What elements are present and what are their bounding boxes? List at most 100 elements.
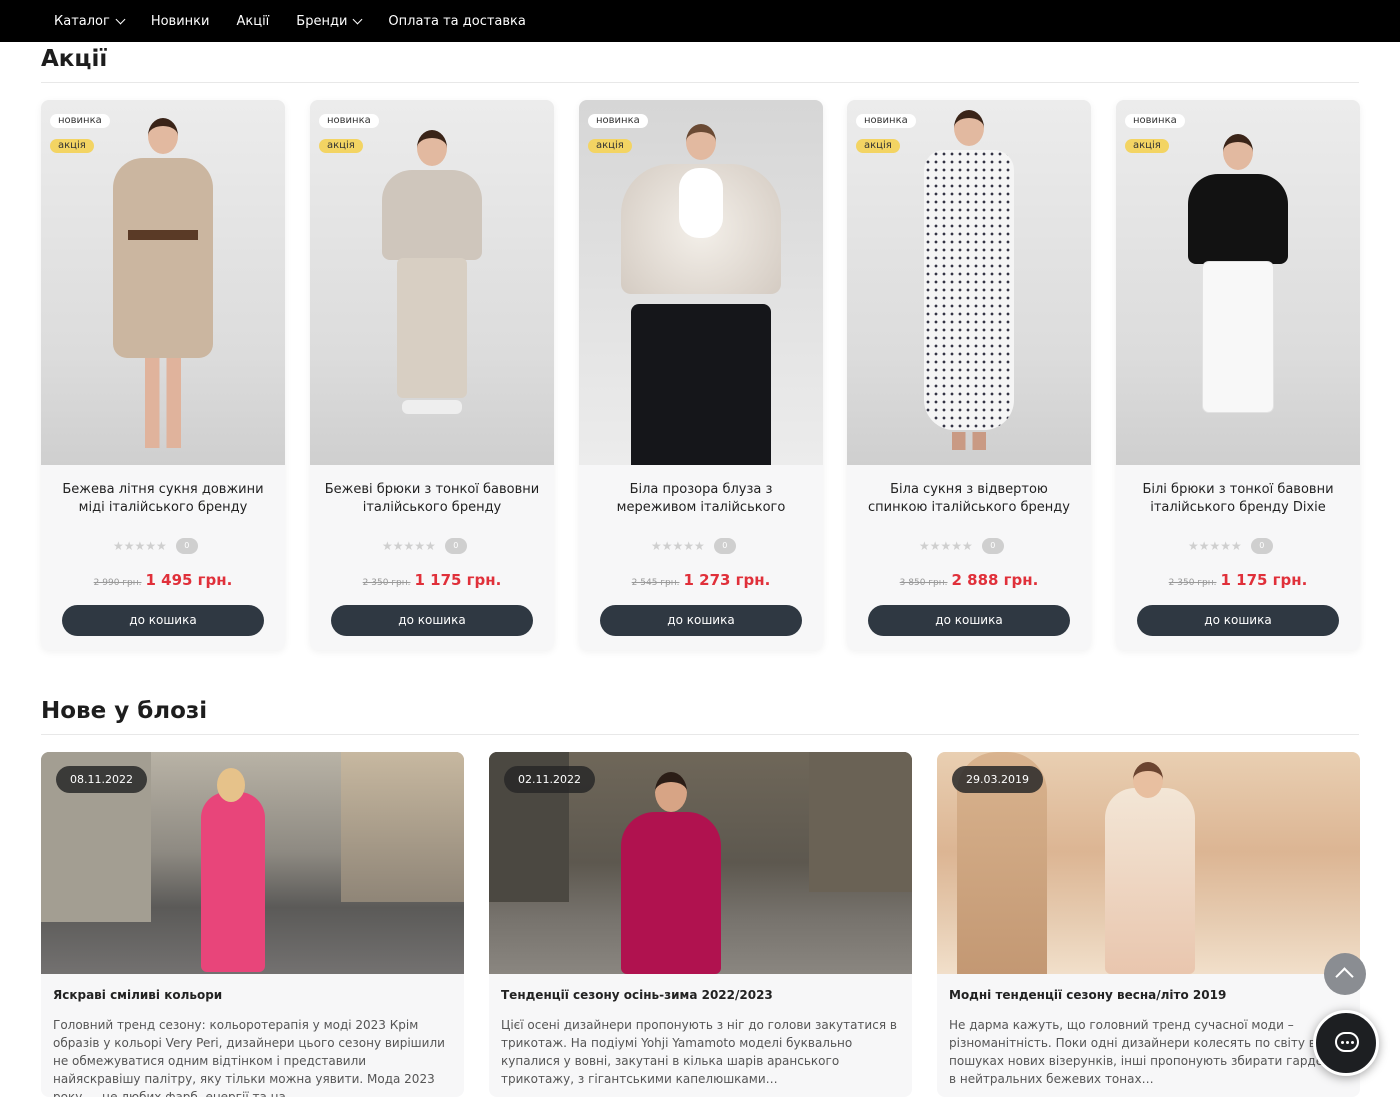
price-block: 2 350 грн. 1 175 грн. bbox=[310, 570, 554, 589]
old-price: 2 350 грн. bbox=[1168, 578, 1217, 588]
sale-price: 2 888 грн. bbox=[951, 571, 1039, 589]
review-count-bubble[interactable]: 0 bbox=[713, 538, 736, 554]
price-block: 3 850 грн. 2 888 грн. bbox=[847, 570, 1091, 589]
promo-section-title: Акції bbox=[41, 46, 108, 72]
rating-stars: ★★★★★ bbox=[113, 539, 167, 553]
product-card[interactable]: новинка акція Бежеві брюки з тонкої баво… bbox=[310, 100, 554, 650]
rating-stars: ★★★★★ bbox=[651, 539, 705, 553]
add-to-cart-button[interactable]: до кошика bbox=[62, 605, 264, 636]
nav-item-new[interactable]: Новинки bbox=[151, 14, 210, 29]
new-badge: новинка bbox=[50, 114, 110, 128]
nav-item-label: Оплата та доставка bbox=[388, 13, 526, 29]
review-count-bubble[interactable]: 0 bbox=[1250, 538, 1273, 554]
sale-price: 1 175 грн. bbox=[1220, 571, 1308, 589]
nav-item-label: Новинки bbox=[150, 13, 210, 29]
post-title[interactable]: Яскраві сміливі кольори bbox=[53, 988, 222, 1002]
nav-item-label: Каталог bbox=[54, 13, 110, 29]
scroll-to-top-button[interactable] bbox=[1324, 953, 1366, 995]
nav-item-label: Бренди bbox=[296, 13, 348, 29]
product-photo[interactable]: новинка акція bbox=[310, 100, 554, 465]
rating-stars: ★★★★★ bbox=[382, 539, 436, 553]
post-date: 02.11.2022 bbox=[504, 766, 595, 793]
blog-post-image[interactable]: 02.11.2022 bbox=[489, 752, 912, 974]
review-count-bubble[interactable]: 0 bbox=[444, 538, 467, 554]
post-date: 08.11.2022 bbox=[56, 766, 147, 793]
sale-price: 1 273 грн. bbox=[683, 571, 771, 589]
rating-stars: ★★★★★ bbox=[1188, 539, 1242, 553]
blog-post-card[interactable]: 08.11.2022 Яскраві сміливі кольори Голов… bbox=[41, 752, 464, 1097]
rating: ★★★★★ 0 bbox=[382, 538, 467, 554]
sale-badge: акція bbox=[319, 139, 363, 153]
new-badge: новинка bbox=[1125, 114, 1185, 128]
blog-post-image[interactable]: 08.11.2022 bbox=[41, 752, 464, 974]
product-card[interactable]: новинка акція Бежева літня сукня довжини… bbox=[41, 100, 285, 650]
model-figure bbox=[611, 124, 791, 465]
product-title[interactable]: Біла прозора блуза з мереживом італійськ… bbox=[593, 481, 809, 517]
model-figure bbox=[103, 118, 223, 458]
sale-badge: акція bbox=[50, 139, 94, 153]
blog-post-grid: 08.11.2022 Яскраві сміливі кольори Голов… bbox=[41, 752, 1360, 1097]
post-title[interactable]: Модні тенденції сезону весна/літо 2019 bbox=[949, 988, 1226, 1002]
new-badge: новинка bbox=[856, 114, 916, 128]
nav-item-payment-delivery[interactable]: Оплата та доставка bbox=[388, 14, 525, 29]
post-excerpt: Цієї осені дизайнери пропонують з ніг до… bbox=[501, 1018, 897, 1086]
blog-section-title: Нове у блозі bbox=[41, 698, 208, 724]
rating: ★★★★★ 0 bbox=[1188, 538, 1273, 554]
post-excerpt: Не дарма кажуть, що головний тренд сучас… bbox=[949, 1018, 1346, 1086]
top-navigation-bar: Каталог Новинки Акції Бренди Оплата та д… bbox=[0, 0, 1400, 42]
price-block: 2 350 грн. 1 175 грн. bbox=[1116, 570, 1360, 589]
review-count-bubble[interactable]: 0 bbox=[981, 538, 1004, 554]
product-photo[interactable]: новинка акція bbox=[847, 100, 1091, 465]
old-price: 2 545 грн. bbox=[631, 578, 680, 588]
price-block: 2 545 грн. 1 273 грн. bbox=[579, 570, 823, 589]
post-excerpt: Головний тренд сезону: кольоротерапія у … bbox=[53, 1018, 445, 1097]
divider bbox=[41, 734, 1359, 735]
product-card[interactable]: новинка акція Біла прозора блуза з мереж… bbox=[579, 100, 823, 650]
product-card[interactable]: новинка акція Біла сукня з відвертою спи… bbox=[847, 100, 1091, 650]
sale-price: 1 495 грн. bbox=[145, 571, 233, 589]
add-to-cart-button[interactable]: до кошика bbox=[1137, 605, 1339, 636]
new-badge: новинка bbox=[319, 114, 379, 128]
add-to-cart-button[interactable]: до кошика bbox=[868, 605, 1070, 636]
nav-item-sales[interactable]: Акції bbox=[236, 14, 269, 29]
nav-item-brands[interactable]: Бренди bbox=[296, 13, 363, 29]
model-figure bbox=[1183, 134, 1293, 454]
rating: ★★★★★ 0 bbox=[919, 538, 1004, 554]
chat-icon bbox=[1335, 1032, 1359, 1052]
product-photo[interactable]: новинка акція bbox=[579, 100, 823, 465]
product-title[interactable]: Біла сукня з відвертою спинкою італійськ… bbox=[861, 481, 1077, 517]
product-title[interactable]: Бежеві брюки з тонкої бавовни італійсько… bbox=[324, 481, 540, 517]
chat-button[interactable] bbox=[1313, 1010, 1379, 1076]
post-date: 29.03.2019 bbox=[952, 766, 1043, 793]
sale-badge: акція bbox=[588, 139, 632, 153]
nav-item-label: Акції bbox=[236, 13, 270, 29]
chevron-up-icon bbox=[1335, 967, 1354, 986]
old-price: 2 990 грн. bbox=[93, 578, 142, 588]
model-figure bbox=[914, 110, 1024, 460]
price-block: 2 990 грн. 1 495 грн. bbox=[41, 570, 285, 589]
blog-post-card[interactable]: 29.03.2019 Модні тенденції сезону весна/… bbox=[937, 752, 1360, 1097]
model-figure bbox=[377, 130, 487, 460]
product-photo[interactable]: новинка акція bbox=[1116, 100, 1360, 465]
add-to-cart-button[interactable]: до кошика bbox=[331, 605, 533, 636]
review-count-bubble[interactable]: 0 bbox=[175, 538, 198, 554]
rating-stars: ★★★★★ bbox=[919, 539, 973, 553]
chevron-down-icon bbox=[352, 14, 363, 24]
blog-post-card[interactable]: 02.11.2022 Тенденції сезону осінь-зима 2… bbox=[489, 752, 912, 1097]
nav-item-catalog[interactable]: Каталог bbox=[54, 13, 126, 29]
sale-price: 1 175 грн. bbox=[414, 571, 502, 589]
sale-badge: акція bbox=[856, 139, 900, 153]
product-card[interactable]: новинка акція Білі брюки з тонкої бавовн… bbox=[1116, 100, 1360, 650]
post-title[interactable]: Тенденції сезону осінь-зима 2022/2023 bbox=[501, 988, 773, 1002]
blog-post-image[interactable]: 29.03.2019 bbox=[937, 752, 1360, 974]
rating: ★★★★★ 0 bbox=[651, 538, 736, 554]
old-price: 3 850 грн. bbox=[899, 578, 948, 588]
sale-badge: акція bbox=[1125, 139, 1169, 153]
add-to-cart-button[interactable]: до кошика bbox=[600, 605, 802, 636]
product-title[interactable]: Білі брюки з тонкої бавовни італійського… bbox=[1130, 481, 1346, 517]
divider bbox=[41, 82, 1359, 83]
chevron-down-icon bbox=[115, 14, 126, 24]
product-photo[interactable]: новинка акція bbox=[41, 100, 285, 465]
product-title[interactable]: Бежева літня сукня довжини міді італійсь… bbox=[55, 481, 271, 517]
new-badge: новинка bbox=[588, 114, 648, 128]
